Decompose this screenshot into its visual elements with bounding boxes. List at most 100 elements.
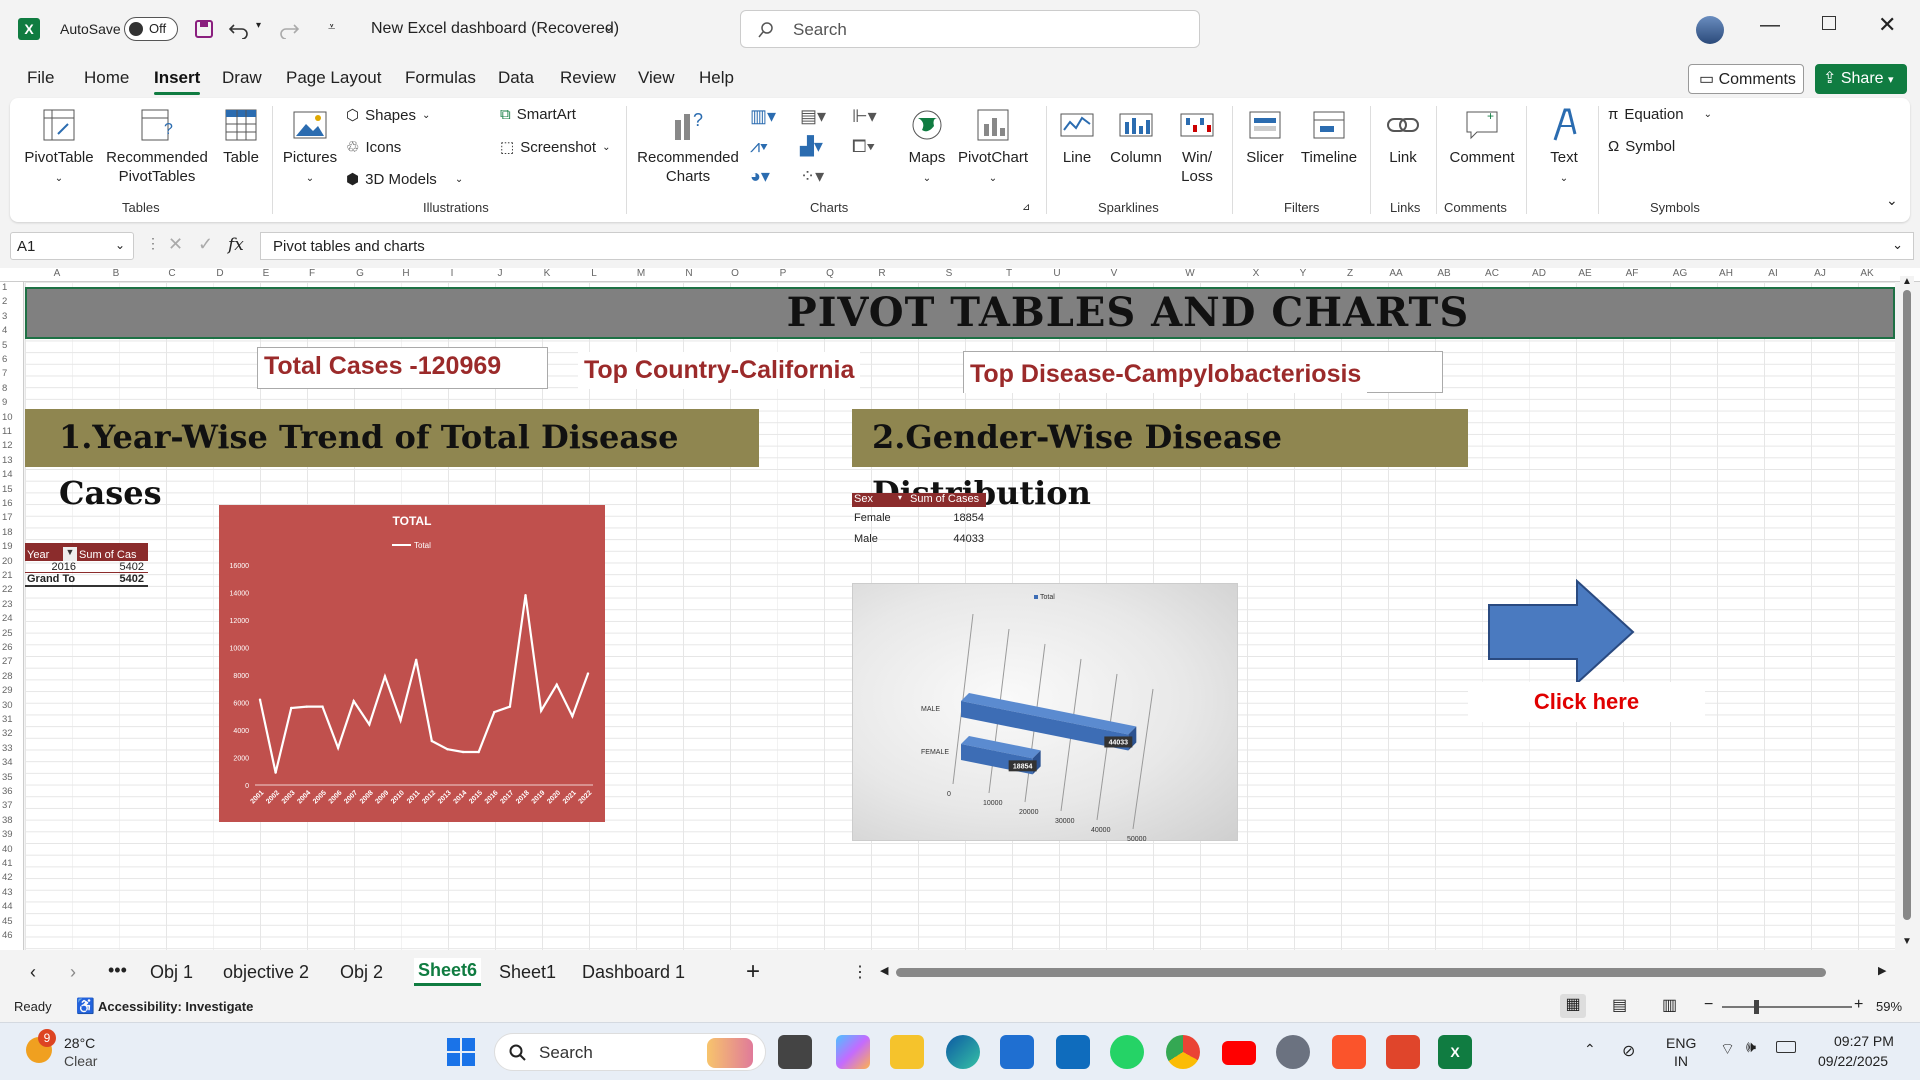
statistic-chart-gallery-icon[interactable]: ▟▾ [800,136,823,157]
customize-qat-icon[interactable]: ⩡ [328,19,335,35]
hierarchy-chart-gallery-icon[interactable]: ▤▾ [800,106,826,127]
page-break-view-icon[interactable]: ▥ [1662,995,1677,1015]
column-header[interactable]: S [946,268,953,279]
ribbon-collapse-icon[interactable]: ⌄ [1886,192,1898,209]
formula-input[interactable]: Pivot tables and charts ⌄ [260,232,1914,260]
brave-icon[interactable] [1332,1035,1366,1069]
tab-sheet1[interactable]: Sheet1 [499,962,556,983]
pivottable-button[interactable]: PivotTable ⌄ [24,106,94,188]
avatar[interactable] [1696,16,1724,44]
pie-chart-gallery-icon[interactable]: ◕▾ [750,166,770,187]
column-header[interactable]: F [309,268,315,279]
restore-icon[interactable] [1822,16,1836,30]
enter-icon[interactable]: ✓ [198,234,213,255]
sparkline-line-button[interactable]: Line [1054,106,1100,167]
column-header[interactable]: AJ [1814,268,1826,279]
slicer-button[interactable]: Slicer [1240,106,1290,167]
row-header[interactable]: 21 [2,570,13,581]
row-header[interactable]: 34 [2,757,13,768]
undo-dropdown-icon[interactable]: ▾ [256,20,261,31]
minimize-icon[interactable]: — [1760,14,1780,37]
equation-button[interactable]: π Equation ⌄ [1608,106,1712,123]
row-header[interactable]: 15 [2,484,13,495]
smartart-button[interactable]: ⧉ SmartArt [500,106,576,123]
cancel-icon[interactable]: ✕ [168,234,183,255]
share-button[interactable]: ⇪ Share ▾ [1815,64,1907,94]
column-header[interactable]: V [1111,268,1118,279]
edge-icon[interactable] [946,1035,980,1069]
copilot-icon[interactable] [836,1035,870,1069]
column-header[interactable]: T [1006,268,1012,279]
windows-start-icon[interactable] [446,1037,476,1067]
column-header[interactable]: N [685,268,692,279]
row-header[interactable]: 39 [2,829,13,840]
column-header[interactable]: Z [1347,268,1353,279]
row-header[interactable]: 28 [2,671,13,682]
column-header[interactable]: AK [1860,268,1873,279]
column-header[interactable]: M [637,268,645,279]
menu-help[interactable]: Help [699,68,734,88]
row-header[interactable]: 22 [2,584,13,595]
row-header[interactable]: 41 [2,858,13,869]
settings-gear-icon[interactable] [1276,1035,1310,1069]
menu-review[interactable]: Review [560,68,616,88]
insert-function-icon[interactable]: fx [228,235,244,255]
row-header[interactable]: 14 [2,469,13,480]
tray-chevron-icon[interactable]: ⌃ [1584,1041,1596,1058]
zoom-level[interactable]: 59% [1876,999,1902,1014]
column-header[interactable]: O [731,268,739,279]
column-header[interactable]: Y [1300,268,1307,279]
menu-data[interactable]: Data [498,68,534,88]
lang-2[interactable]: IN [1674,1053,1688,1069]
row-header[interactable]: 37 [2,800,13,811]
file-explorer-icon[interactable] [890,1035,924,1069]
horizontal-scrollbar[interactable]: ◀ ▶ [880,964,1890,980]
row-header[interactable]: 17 [2,512,13,523]
row-header[interactable]: 25 [2,628,13,639]
column-header[interactable]: AC [1485,268,1499,279]
tab-dashboard-1[interactable]: Dashboard 1 [582,962,685,983]
text-button[interactable]: Text ⌄ [1536,106,1592,188]
column-header[interactable]: AI [1768,268,1777,279]
wifi-icon[interactable]: ⌔ [1720,1039,1735,1059]
navigate-arrow-icon[interactable] [1487,579,1635,685]
lang-1[interactable]: ENG [1666,1035,1696,1051]
row-header[interactable]: 8 [2,383,7,394]
row-header[interactable]: 18 [2,527,13,538]
scroll-left-icon[interactable]: ◀ [880,964,888,977]
battery-icon[interactable] [1776,1041,1796,1053]
menu-insert[interactable]: Insert [154,68,201,95]
row-header[interactable]: 33 [2,743,13,754]
row-header[interactable]: 13 [2,455,13,466]
autosave-toggle[interactable]: Off [124,17,178,41]
zoom-in-icon[interactable]: + [1854,996,1863,1014]
column-header[interactable]: Q [826,268,834,279]
next-sheet-icon[interactable]: › [70,962,76,983]
normal-view-icon[interactable]: ▦ [1560,994,1586,1018]
worksheet[interactable]: PIVOT TABLES AND CHARTS Total Cases -120… [25,282,1895,950]
row-header[interactable]: 40 [2,844,13,855]
column-header[interactable]: AE [1578,268,1591,279]
document-title[interactable]: New Excel dashboard (Recovered) [371,20,619,38]
row-header[interactable]: 35 [2,772,13,783]
link-button[interactable]: Link [1378,106,1428,167]
name-box[interactable]: A1 ⌄ [10,232,134,260]
maps-button[interactable]: Maps ⌄ [904,106,950,188]
row-header[interactable]: 30 [2,700,13,711]
filter-icon[interactable]: ▾ [898,493,910,507]
row-header[interactable]: 46 [2,930,13,941]
column-header[interactable]: AG [1673,268,1687,279]
sparkline-column-button[interactable]: Column [1106,106,1166,167]
save-icon[interactable] [194,19,214,39]
column-header[interactable]: C [168,268,175,279]
row-header[interactable]: 27 [2,656,13,667]
row-header[interactable]: 5 [2,340,7,351]
scatter-chart-gallery-icon[interactable]: ⁘▾ [800,166,824,187]
row-header[interactable]: 31 [2,714,13,725]
row-header[interactable]: 10 [2,412,13,423]
accessibility-icon[interactable]: ♿ [76,997,95,1015]
store-icon[interactable] [1000,1035,1034,1069]
menu-view[interactable]: View [638,68,675,88]
click-here-box[interactable]: Click here [1468,682,1705,722]
menu-page-layout[interactable]: Page Layout [286,68,381,88]
